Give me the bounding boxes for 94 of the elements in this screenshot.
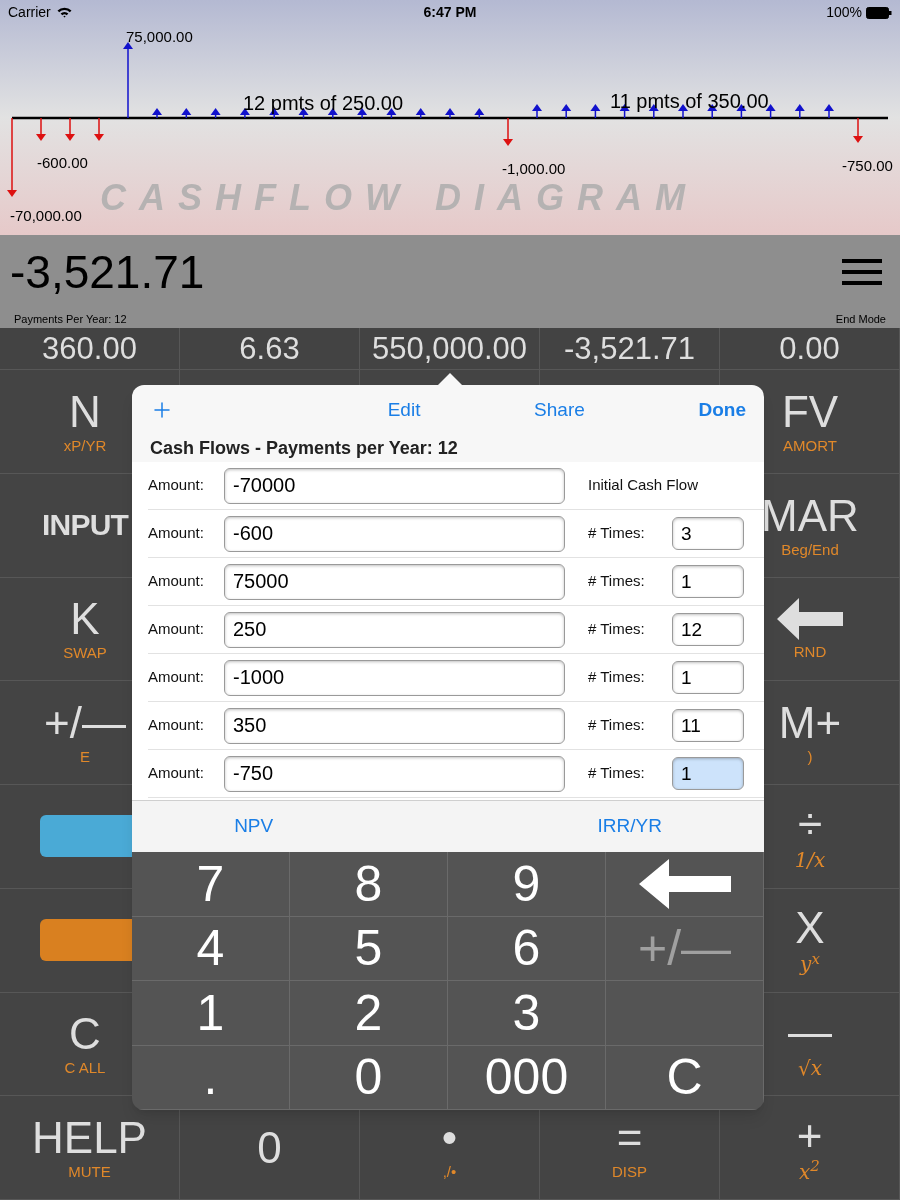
toolbar-button[interactable]: Share	[534, 395, 585, 425]
left-arrow-icon	[638, 858, 731, 909]
key-label: INPUT	[41, 510, 129, 541]
keypad-key[interactable]: 8	[290, 852, 448, 917]
display-value: -3,521.71	[10, 249, 205, 295]
key-bar[interactable]	[40, 919, 132, 962]
times-label: # Times:	[588, 571, 646, 592]
key-sublabel: 1/x	[794, 850, 826, 871]
key-label: X	[795, 906, 825, 951]
key-label: ÷	[797, 802, 823, 847]
key-label: +	[796, 1113, 823, 1158]
times-label: # Times:	[588, 763, 646, 784]
toolbar-button[interactable]: Edit	[387, 395, 421, 425]
amount-field[interactable]: 350	[224, 707, 565, 744]
battery-percent: 100%	[826, 3, 862, 22]
key-sublabel: ,/•	[442, 1164, 457, 1180]
key-bar[interactable]	[40, 815, 132, 858]
keypad-key[interactable]: 4	[132, 916, 290, 981]
cashflow-label: -600.00	[37, 155, 88, 170]
keypad-key[interactable]: 7	[132, 852, 290, 917]
key-sublabel: Beg/End	[781, 541, 839, 557]
key-sublabel: xP/YR	[63, 437, 107, 453]
times-field[interactable]: 11	[672, 709, 744, 742]
keypad-key[interactable]: 2	[290, 981, 448, 1046]
keypad-key[interactable]: 1	[132, 981, 290, 1046]
key-label: —	[788, 1009, 832, 1054]
backspace-key[interactable]	[606, 852, 764, 917]
key-sublabel: C ALL	[64, 1060, 106, 1076]
key-label: FV	[781, 389, 839, 434]
amount-field[interactable]: -70000	[224, 467, 565, 504]
key-sublabel: AMORT	[783, 437, 837, 453]
key-label: N	[69, 389, 101, 434]
amount-field[interactable]: -600	[224, 515, 565, 552]
cashflow-label: 75,000.00	[126, 29, 193, 44]
times-field[interactable]: 1	[672, 565, 744, 598]
key-label: HELP	[32, 1116, 147, 1161]
cashflow-label: -70,000.00	[10, 208, 82, 223]
left-arrow-icon	[777, 598, 843, 641]
mode-note: End Mode	[835, 312, 886, 327]
amount-field[interactable]: -1000	[224, 659, 565, 696]
times-label: # Times:	[588, 523, 646, 544]
times-label: # Times:	[588, 715, 646, 736]
initial-flow-note: Initial Cash Flow	[588, 475, 699, 496]
amount-field[interactable]: 250	[224, 611, 565, 648]
amount-field[interactable]: -750	[224, 755, 565, 792]
keypad-key[interactable]: 0	[290, 1045, 448, 1110]
keypad-key[interactable]: .	[132, 1045, 290, 1110]
key-label: =	[616, 1116, 643, 1161]
cashflow-label: 12 pmts of 250.00	[243, 93, 404, 113]
status-time: 6:47 PM	[423, 3, 477, 22]
times-field[interactable]: 12	[672, 613, 744, 646]
key-sublabel: RND	[793, 644, 827, 660]
cashflow-label: -1,000.00	[502, 161, 566, 176]
key-sublabel: SWAP	[63, 645, 107, 661]
keypad-key[interactable]: 5	[290, 916, 448, 981]
register-value: 550,000.00	[371, 333, 528, 364]
key-sublabel: MUTE	[68, 1164, 111, 1180]
times-label: # Times:	[588, 667, 646, 688]
key-label: +/—	[44, 701, 126, 746]
cashflow-label: -750.00	[842, 158, 893, 173]
carrier-label: Carrier	[8, 3, 51, 22]
key-label: 0	[257, 1125, 282, 1170]
amount-field[interactable]: 75000	[224, 563, 565, 600]
times-label: # Times:	[588, 619, 646, 640]
key-label: K	[70, 597, 100, 642]
keypad-key[interactable]: 9	[448, 852, 606, 917]
key-label: C	[69, 1012, 101, 1057]
key-sublabel: y$^{x}$	[800, 954, 820, 975]
keypad-key[interactable]: C	[606, 1045, 764, 1110]
times-field[interactable]: 3	[672, 517, 744, 550]
keypad-key[interactable]: 000	[448, 1045, 606, 1110]
key-sublabel: E	[80, 749, 90, 765]
menu-icon[interactable]	[842, 257, 882, 287]
payments-note: Payments Per Year: 12	[14, 312, 127, 327]
register-value: 0.00	[779, 333, 840, 364]
times-field[interactable]: 1	[672, 661, 744, 694]
register-value: 6.63	[239, 333, 300, 364]
action-button[interactable]: IRR/YR	[597, 812, 662, 841]
battery-icon	[866, 6, 892, 19]
key-label: •	[441, 1116, 458, 1161]
register-value: 360.00	[42, 333, 137, 364]
keypad-key[interactable]: 6	[448, 916, 606, 981]
key-label: M+	[778, 701, 842, 746]
key-sublabel: √x	[798, 1057, 822, 1078]
key-sublabel: DISP	[612, 1164, 647, 1180]
key-sublabel: x$^{2}$	[799, 1161, 820, 1182]
key-label: MAR	[761, 493, 859, 538]
cashflow-label: 11 pmts of 350.00	[610, 91, 769, 111]
wifi-icon	[56, 7, 72, 18]
action-button[interactable]: NPV	[234, 812, 274, 841]
key-sublabel: )	[807, 749, 813, 765]
keypad-key[interactable]: 3	[448, 981, 606, 1046]
times-field[interactable]: 1	[672, 757, 744, 790]
register-value: -3,521.71	[564, 333, 695, 364]
